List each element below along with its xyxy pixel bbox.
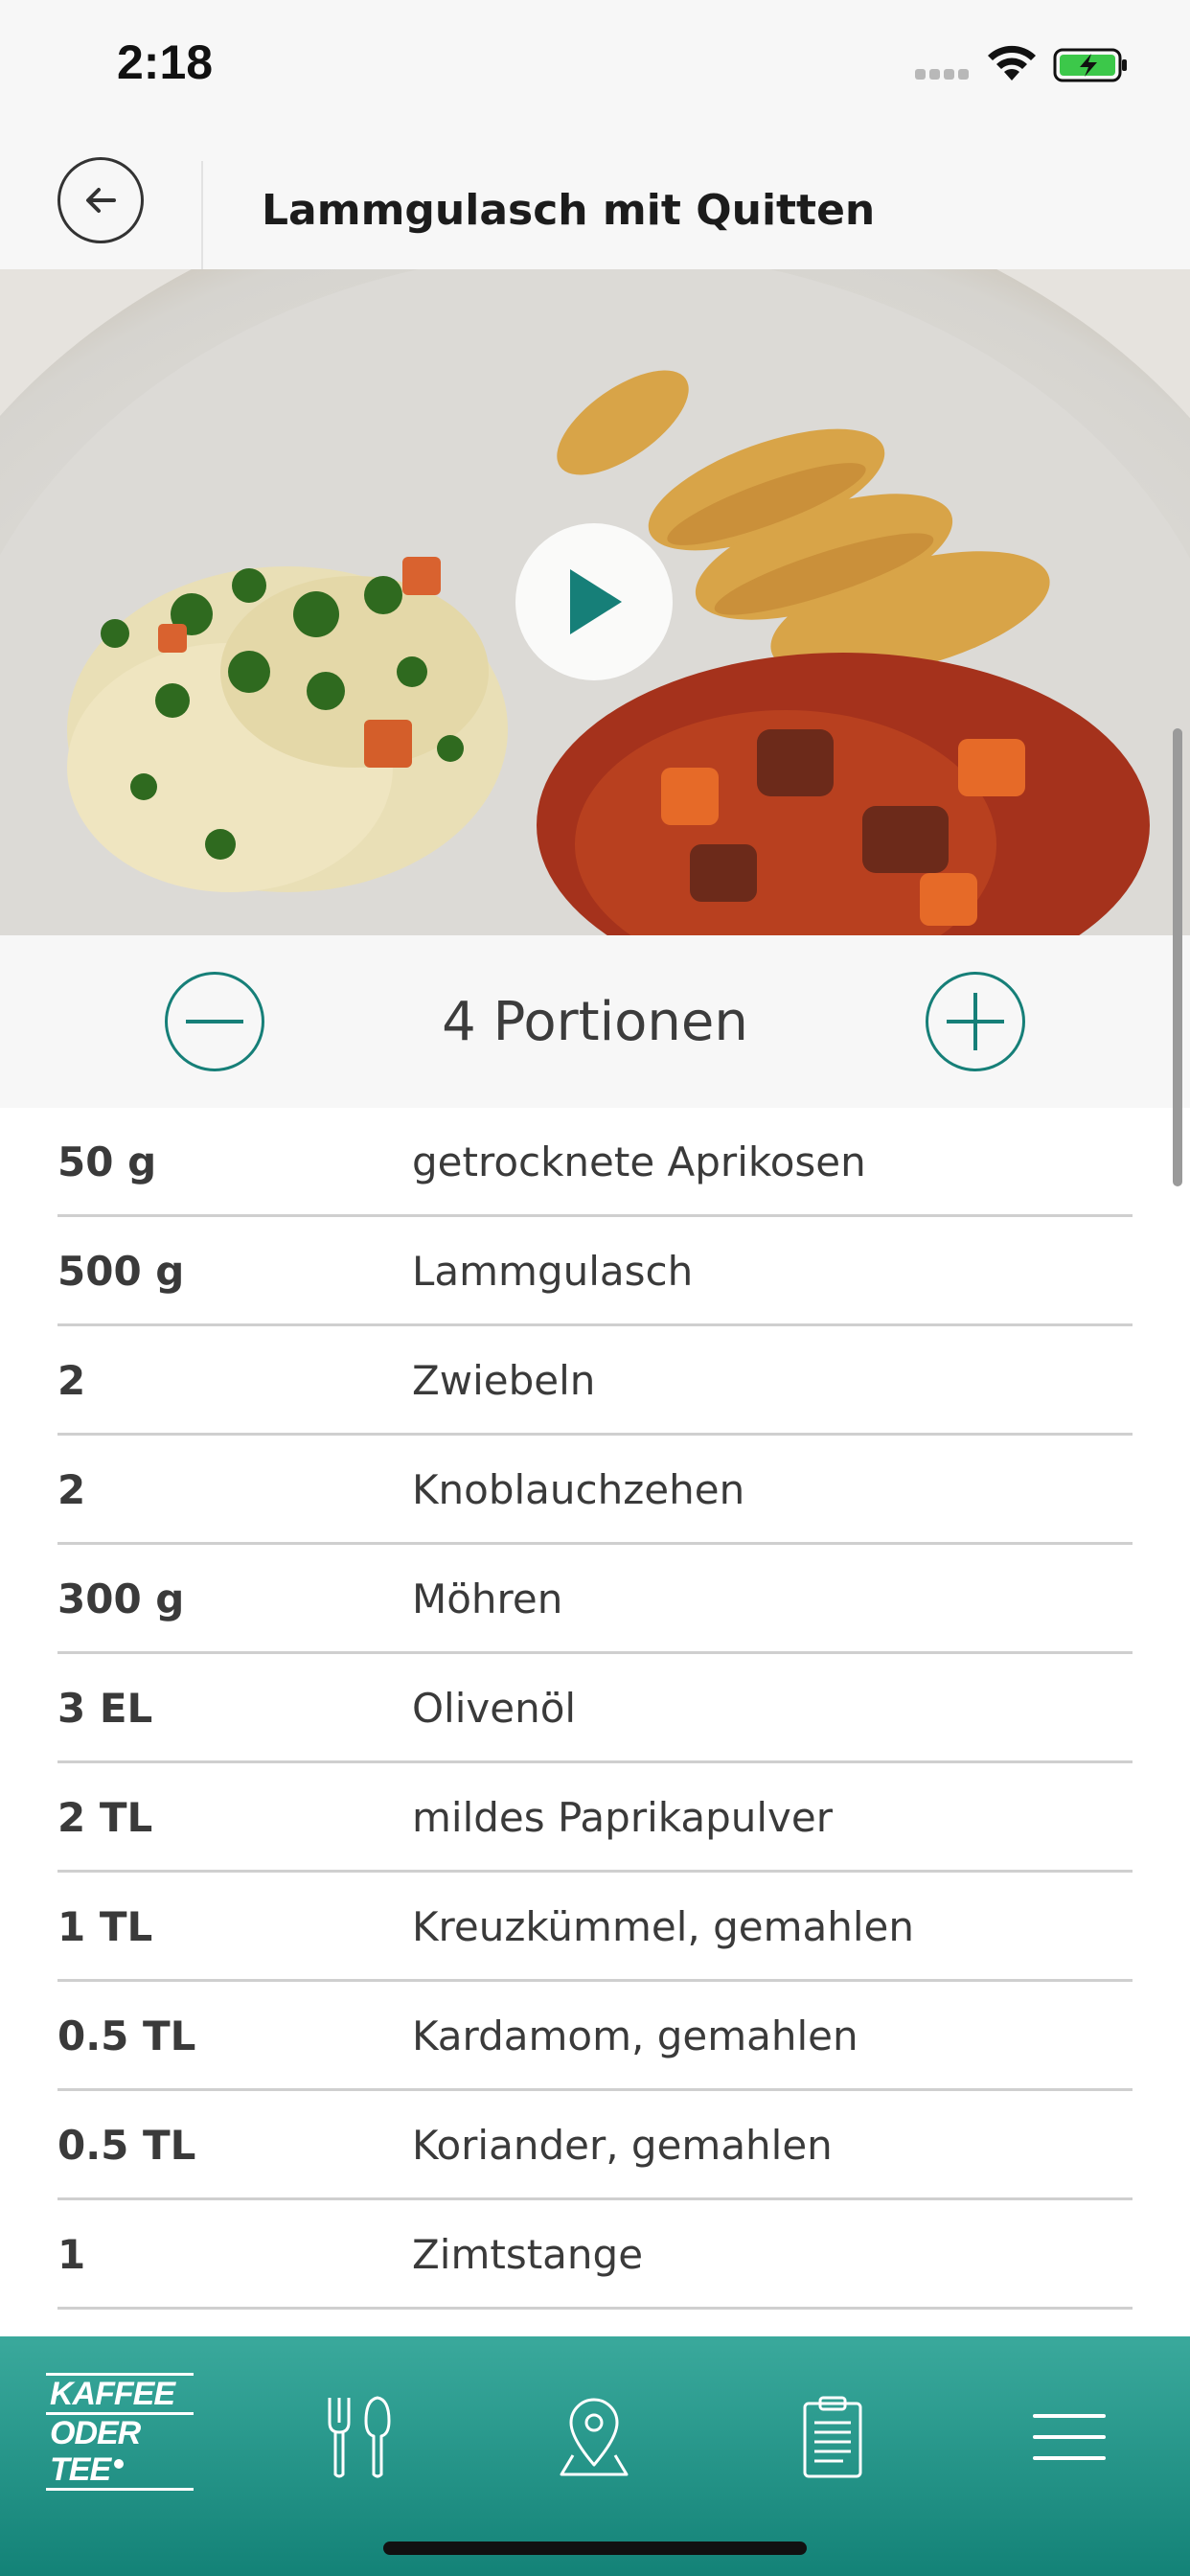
- ingredient-row: 50 g getrocknete Aprikosen: [57, 1108, 1133, 1217]
- ingredient-row: 2 TL mildes Paprikapulver: [57, 1763, 1133, 1873]
- map-pin-icon: [560, 2398, 629, 2476]
- ingredient-name: Zimtstange: [412, 2231, 644, 2278]
- ingredient-amount: 1 TL: [57, 1903, 153, 1950]
- ingredient-name: Olivenöl: [412, 1685, 577, 1732]
- ingredient-name: Zwiebeln: [412, 1357, 596, 1404]
- increase-portions-button[interactable]: [926, 972, 1025, 1071]
- ingredient-row: 300 g Möhren: [57, 1545, 1133, 1654]
- arrow-left-icon: [86, 188, 116, 213]
- navigation-bar: Lammgulasch mit Quitten: [0, 134, 1190, 372]
- wifi-icon: [988, 45, 1036, 80]
- ingredient-row: 500 g Lammgulasch: [57, 1217, 1133, 1326]
- kaffee-oder-tee-logo-tab[interactable]: KAFFEE ODER TEE: [46, 2373, 194, 2491]
- ingredient-amount: 1: [57, 2231, 86, 2278]
- tab-bar: KAFFEE ODER TEE: [0, 2336, 1190, 2576]
- ingredient-row: 3 EL Olivenöl: [57, 1654, 1133, 1763]
- scrollbar[interactable]: [1173, 728, 1182, 1186]
- ingredient-amount: 300 g: [57, 1576, 185, 1622]
- ingredient-row: 0.5 TL Koriander, gemahlen: [57, 2091, 1133, 2200]
- tab-locations[interactable]: [517, 2365, 671, 2509]
- cellular-signal-icon: [915, 69, 971, 82]
- ingredient-amount: 2: [57, 1466, 86, 1513]
- logo-line-2: ODER TEE: [46, 2415, 194, 2491]
- tab-recipes[interactable]: [282, 2365, 435, 2509]
- battery-icon: [1053, 48, 1127, 82]
- ingredient-name: Knoblauchzehen: [412, 1466, 745, 1513]
- ingredient-amount: 50 g: [57, 1138, 157, 1185]
- status-bar: 2:18: [0, 0, 1190, 134]
- ingredient-row: 2 Zwiebeln: [57, 1326, 1133, 1436]
- tab-shopping-list[interactable]: [756, 2365, 909, 2509]
- recipe-video-thumbnail[interactable]: [0, 269, 1190, 935]
- menu-icon: [1033, 2414, 1106, 2460]
- ingredient-list: 50 g getrocknete Aprikosen 500 g Lammgul…: [57, 1108, 1133, 2310]
- ingredient-amount: 500 g: [57, 1248, 185, 1295]
- active-tab-indicator: [114, 2459, 124, 2469]
- ingredient-name: Koriander, gemahlen: [412, 2122, 833, 2169]
- status-time: 2:18: [117, 35, 214, 89]
- ingredient-name: Lammgulasch: [412, 1248, 694, 1295]
- ingredient-name: Möhren: [412, 1576, 563, 1622]
- ingredient-name: mildes Paprikapulver: [412, 1794, 833, 1841]
- ingredient-amount: 0.5 TL: [57, 2012, 196, 2059]
- ingredient-amount: 3 EL: [57, 1685, 153, 1732]
- clipboard-icon: [803, 2396, 862, 2478]
- home-indicator[interactable]: [383, 2542, 807, 2555]
- ingredient-row: 1 TL Kreuzkümmel, gemahlen: [57, 1873, 1133, 1982]
- portions-selector: 4 Portionen: [0, 935, 1190, 1108]
- ingredient-amount: 2 TL: [57, 1794, 153, 1841]
- tab-menu[interactable]: [993, 2365, 1146, 2509]
- ingredient-row: 0.5 TL Kardamom, gemahlen: [57, 1982, 1133, 2091]
- ingredient-row: 1 Zimtstange: [57, 2200, 1133, 2310]
- ingredient-name: getrocknete Aprikosen: [412, 1138, 866, 1185]
- ingredient-name: Kreuzkümmel, gemahlen: [412, 1903, 914, 1950]
- plus-icon: [947, 993, 1004, 1050]
- ingredient-amount: 2: [57, 1357, 86, 1404]
- logo-line-1: KAFFEE: [46, 2373, 194, 2415]
- ingredient-row: 2 Knoblauchzehen: [57, 1436, 1133, 1545]
- page-title: Lammgulasch mit Quitten: [262, 186, 876, 235]
- back-button[interactable]: [57, 157, 144, 243]
- ingredient-name: Kardamom, gemahlen: [412, 2012, 858, 2059]
- cutlery-icon: [328, 2396, 391, 2478]
- play-button[interactable]: [515, 523, 673, 680]
- play-icon: [570, 569, 622, 634]
- ingredient-amount: 0.5 TL: [57, 2122, 196, 2169]
